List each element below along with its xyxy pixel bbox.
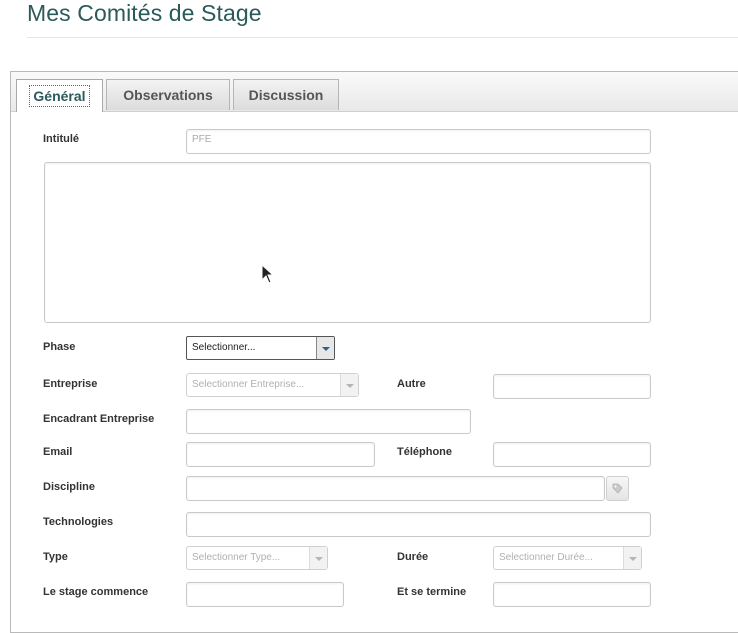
fin-label: Et se termine [397,586,467,598]
entreprise-label: Entreprise [43,378,98,390]
duree-label: Durée [397,551,429,563]
mouse-cursor-icon [261,264,275,284]
discipline-label: Discipline [43,481,95,493]
description-textarea[interactable] [44,162,651,323]
entreprise-select[interactable]: Selectionner Entreprise... [186,373,359,397]
duree-select-value: Selectionner Durée... [499,552,593,563]
tab-general[interactable]: Général [16,79,103,112]
email-label: Email [43,446,73,458]
title-divider [27,37,738,38]
debut-date-input[interactable] [186,582,344,607]
technologies-label: Technologies [43,516,114,528]
phase-label: Phase [43,341,76,353]
encadrant-input[interactable] [186,409,471,434]
type-select[interactable]: Selectionner Type... [186,546,328,570]
duree-select[interactable]: Selectionner Durée... [493,546,642,570]
discipline-input[interactable] [186,476,605,501]
intitule-label: Intitulé [43,133,80,145]
page-title: Mes Comités de Stage [27,0,262,26]
email-input[interactable] [186,442,375,467]
technologies-input[interactable] [186,512,651,537]
chevron-down-icon [623,547,641,569]
tab-observations[interactable]: Observations [106,79,230,110]
chevron-down-icon [316,337,334,359]
phase-select[interactable]: Selectionner... [186,336,335,360]
telephone-label: Téléphone [397,446,453,458]
chevron-down-icon [340,374,358,396]
autre-input[interactable] [493,374,651,399]
tab-bar: Général Observations Discussion [11,72,738,112]
fin-date-input[interactable] [493,582,651,607]
chevron-down-icon [309,547,327,569]
type-label: Type [43,551,68,563]
type-select-value: Selectionner Type... [192,552,281,563]
tab-discussion[interactable]: Discussion [233,79,339,110]
intitule-input[interactable]: PFE [186,129,651,154]
debut-label: Le stage commence [43,586,149,598]
tab-general-label: Général [29,85,90,107]
autre-label: Autre [397,378,426,390]
telephone-input[interactable] [493,442,651,467]
discipline-tag-button[interactable] [606,476,629,501]
phase-select-value: Selectionner... [192,342,256,353]
entreprise-select-value: Selectionner Entreprise... [192,379,305,390]
tag-icon [612,483,623,494]
encadrant-label: Encadrant Entreprise [43,413,155,425]
